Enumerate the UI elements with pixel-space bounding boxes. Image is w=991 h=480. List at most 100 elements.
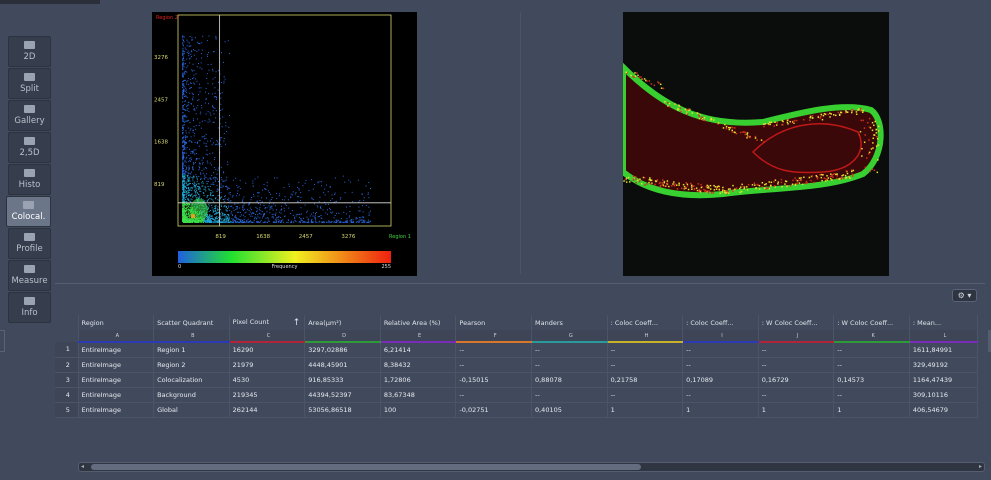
image-view[interactable] <box>620 12 889 276</box>
scatter-point <box>214 216 216 218</box>
view-button-split[interactable]: Split <box>8 68 51 99</box>
scatter-point <box>192 120 194 122</box>
table-cell: -- <box>682 387 759 403</box>
column-header[interactable]: Region <box>78 315 155 330</box>
pane-divider[interactable] <box>520 12 521 274</box>
scatter-point <box>190 53 192 55</box>
scatter-point <box>287 221 289 223</box>
scatter-point <box>184 204 186 206</box>
scatter-point <box>325 212 327 214</box>
column-header[interactable]: Scatter Quadrant <box>153 315 230 330</box>
table-options-button[interactable]: ⚙ ▾ <box>952 289 977 302</box>
punctum <box>789 120 791 123</box>
splitter[interactable] <box>55 283 985 284</box>
punctum <box>753 182 756 184</box>
scatter-point <box>209 120 211 122</box>
punctum <box>816 176 819 179</box>
panel-collapse-handle[interactable] <box>0 330 5 352</box>
scatter-point <box>184 142 186 144</box>
punctum <box>824 113 827 116</box>
scatter-point <box>214 77 216 79</box>
sort-ascending-icon[interactable]: ↑ <box>293 318 301 328</box>
table-cell: 21979 <box>229 357 306 373</box>
column-header[interactable]: : W Coloc Coeff... <box>833 315 910 330</box>
punctum <box>727 192 730 194</box>
punctum <box>861 147 863 150</box>
scatter-point <box>257 216 259 218</box>
column-header[interactable]: : Mean... <box>909 315 979 330</box>
scatter-point <box>335 200 337 202</box>
punctum <box>701 116 704 119</box>
table-row[interactable]: 5 EntireImage Global 262144 53056,86518 100 -0… <box>55 402 979 418</box>
punctum <box>650 183 652 185</box>
scatter-point <box>297 195 299 197</box>
scatter-plot[interactable]: 819 819 1638 1638 2457 2457 3276 3276 Region 2 Re… <box>152 12 417 276</box>
scatter-point <box>312 212 314 214</box>
scatter-point <box>296 213 298 215</box>
scrollbar-thumb[interactable] <box>91 464 641 470</box>
punctum <box>659 181 661 184</box>
column-header[interactable]: Pixel Count ↑ <box>229 315 306 330</box>
scatter-point <box>294 219 296 221</box>
punctum <box>871 129 874 132</box>
punctum <box>746 133 748 135</box>
punctum <box>646 183 648 185</box>
scatter-point <box>192 63 194 65</box>
column-header[interactable]: : Coloc Coeff... <box>607 315 684 330</box>
scatter-point <box>297 186 299 188</box>
scatter-point <box>326 184 328 186</box>
punctum <box>691 188 693 190</box>
table-row[interactable]: 3 EntireImage Colocalization 4530 916,85333 1… <box>55 372 979 388</box>
view-button-2d[interactable]: 2D <box>8 36 51 67</box>
scatter-point <box>242 201 244 203</box>
column-header[interactable]: : Coloc Coeff... <box>682 315 759 330</box>
view-button-gallery[interactable]: Gallery <box>8 100 51 131</box>
scroll-right-icon[interactable]: ▸ <box>979 463 982 471</box>
scatter-point <box>198 99 200 101</box>
column-header[interactable]: : W Coloc Coeff... <box>758 315 835 330</box>
view-button-measure[interactable]: Measure <box>8 260 51 291</box>
scatter-point <box>295 215 297 217</box>
scatter-point <box>343 221 345 223</box>
column-header[interactable]: Pearson <box>455 315 532 330</box>
scatter-point <box>292 191 294 193</box>
scatter-point <box>188 110 190 112</box>
scatter-point <box>196 50 198 52</box>
scatter-point <box>253 195 255 197</box>
scatter-point <box>206 220 208 222</box>
punctum <box>793 119 796 122</box>
scatter-point <box>241 221 243 223</box>
scatter-point <box>197 178 199 180</box>
scatter-point <box>195 153 197 155</box>
scatter-point <box>252 193 254 195</box>
column-header[interactable]: Manders <box>531 315 608 330</box>
scatter-point <box>214 179 216 181</box>
table-row[interactable]: 4 EntireImage Background 219345 44394,52397 8… <box>55 387 979 403</box>
punctum <box>850 111 853 114</box>
scatter-point <box>281 199 283 201</box>
punctum <box>755 187 757 190</box>
scatter-point <box>193 183 195 185</box>
view-button-25d[interactable]: 2,5D <box>8 132 51 163</box>
scatter-point <box>211 93 213 95</box>
scatter-point <box>202 185 204 187</box>
view-button-info[interactable]: Info <box>8 292 51 323</box>
punctum <box>767 123 770 125</box>
scatter-point <box>213 208 215 210</box>
view-button-colocal[interactable]: Colocal. <box>6 196 51 227</box>
table-row[interactable]: 1 EntireImage Region 1 16290 3297,02886 6,214… <box>55 342 979 358</box>
view-button-histo[interactable]: Histo <box>8 164 51 195</box>
scatter-point <box>195 73 197 75</box>
horizontal-scrollbar[interactable]: ◂ ▸ <box>78 462 985 472</box>
scatter-point <box>182 195 184 197</box>
scatter-point <box>336 220 338 222</box>
scroll-left-icon[interactable]: ◂ <box>81 463 84 471</box>
scatter-point <box>251 215 253 217</box>
column-header[interactable]: Area(µm²) <box>304 315 381 330</box>
scatter-point <box>212 110 214 112</box>
scatter-point <box>182 193 184 195</box>
table-row[interactable]: 2 EntireImage Region 2 21979 4448,45901 8,384… <box>55 357 979 373</box>
view-button-profile[interactable]: Profile <box>8 228 51 259</box>
scatter-point <box>291 210 293 212</box>
column-header[interactable]: Relative Area (%) <box>380 315 457 330</box>
